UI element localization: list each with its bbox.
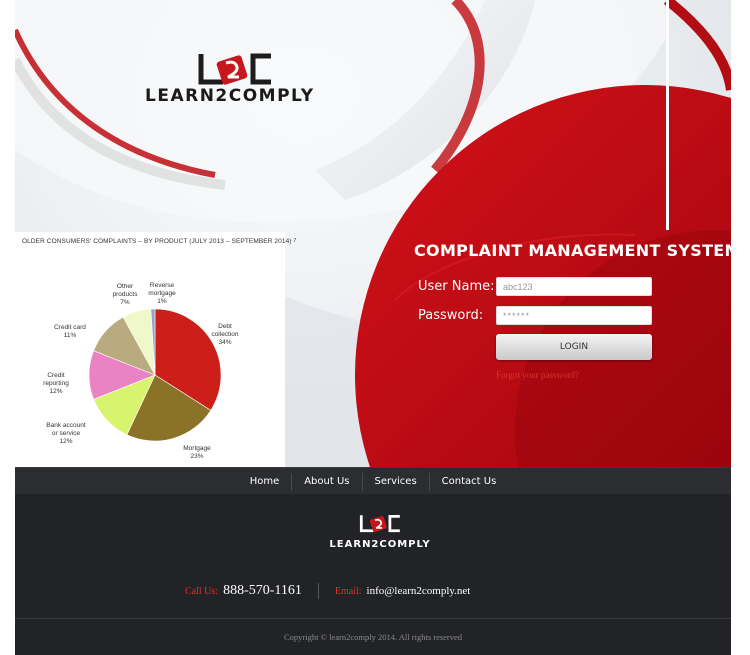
email-link[interactable]: info@learn2comply.net bbox=[367, 585, 471, 597]
call-label: Call Us: bbox=[185, 585, 219, 597]
username-input[interactable] bbox=[496, 277, 652, 296]
l2c-logo-icon bbox=[198, 53, 271, 85]
forgot-password-link[interactable]: Forgot your password? bbox=[496, 370, 579, 380]
password-input[interactable] bbox=[496, 306, 652, 325]
contact-separator bbox=[317, 583, 319, 599]
nav-home[interactable]: Home bbox=[238, 472, 292, 492]
login-button[interactable]: LOGIN bbox=[496, 334, 652, 360]
nav-contact-us[interactable]: Contact Us bbox=[430, 472, 509, 492]
footer-divider bbox=[15, 618, 731, 619]
hero-divider bbox=[666, 0, 669, 230]
pie-label-3: Credit reporting 12% bbox=[43, 372, 69, 395]
username-label: User Name: bbox=[418, 279, 495, 294]
pie-label-0: Debt collection 34% bbox=[211, 323, 238, 346]
pie-label-4: Credit card 11% bbox=[54, 324, 86, 339]
pie-chart: Debt collection 34% Mortgage 23% Bank account… bbox=[43, 282, 239, 460]
l2c-logo-icon bbox=[359, 515, 400, 533]
footer-logo[interactable]: LEARN2COMPLY bbox=[320, 512, 440, 550]
password-label: Password: bbox=[418, 308, 484, 323]
pie-label-2: Bank account or service 12% bbox=[46, 422, 86, 445]
nav-services[interactable]: Services bbox=[363, 472, 429, 492]
brand-logo[interactable]: LEARN2COMPLY bbox=[145, 50, 335, 106]
login-title: COMPLAINT MANAGEMENT SYSTEM bbox=[414, 241, 741, 260]
nav-about-us[interactable]: About Us bbox=[292, 472, 361, 492]
pie-label-6: Reverse mortgage 1% bbox=[148, 282, 176, 305]
footer-nav: Home About Us Services Contact Us bbox=[15, 467, 731, 495]
contact-info: Call Us: 888-570-1161 Email: info@learn2… bbox=[185, 583, 470, 599]
email-label: Email: bbox=[334, 585, 362, 597]
pie-label-5: Other products 7% bbox=[113, 283, 139, 306]
copyright-text: Copyright © learn2comply 2014. All right… bbox=[283, 632, 463, 642]
complaints-chart: OLDER CONSUMERS' COMPLAINTS – BY PRODUCT… bbox=[15, 232, 296, 467]
phone-number: 888-570-1161 bbox=[223, 583, 302, 598]
brand-wordmark: LEARN2COMPLY bbox=[145, 86, 315, 106]
chart-title-mark: 7 bbox=[293, 238, 297, 244]
footer: LEARN2COMPLY Call Us: 888-570-1161 Email… bbox=[15, 494, 731, 655]
pie-label-1: Mortgage 23% bbox=[183, 445, 211, 460]
footer-wordmark: LEARN2COMPLY bbox=[329, 539, 431, 550]
